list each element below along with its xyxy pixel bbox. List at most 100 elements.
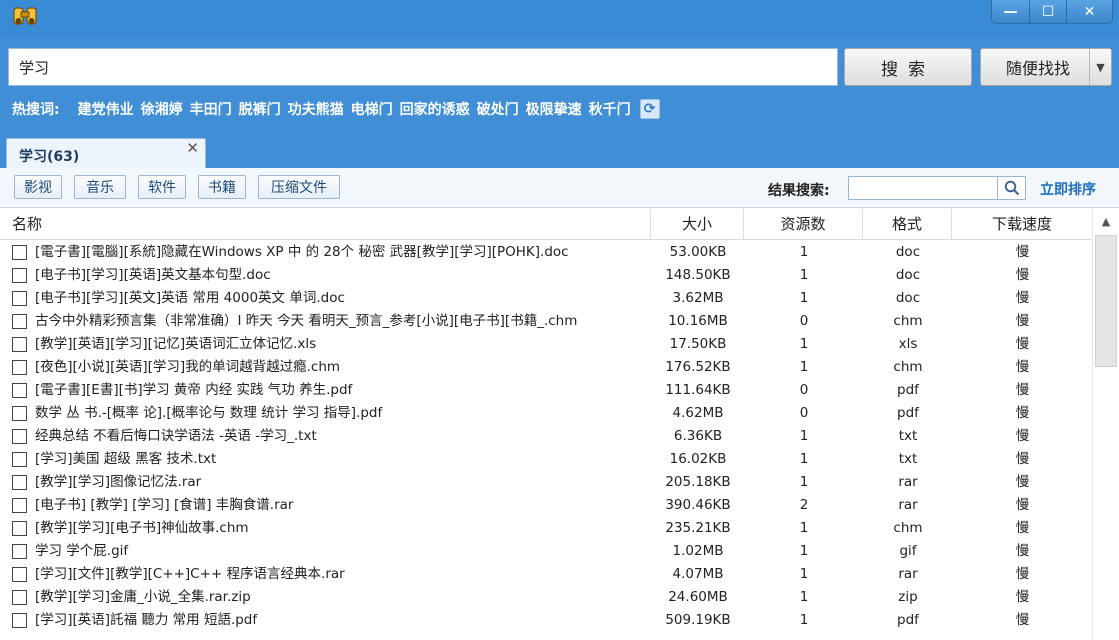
row-checkbox[interactable] xyxy=(12,360,27,375)
refresh-icon[interactable]: ⟳ xyxy=(639,99,660,119)
source-count: 1 xyxy=(799,474,809,490)
download-speed: 慢 xyxy=(1015,382,1030,398)
search-button[interactable]: 搜索 xyxy=(844,48,972,86)
source-count: 1 xyxy=(799,543,809,559)
file-size: 4.07MB xyxy=(672,566,724,582)
row-checkbox[interactable] xyxy=(12,268,27,283)
table-row[interactable]: [電子書][電腦][系統]隐藏在Windows XP 中 的 28个 秘密 武器… xyxy=(0,241,1092,264)
hot-word[interactable]: 电梯门 xyxy=(351,99,393,119)
filter-software-button[interactable]: 软件 xyxy=(138,175,186,199)
source-count: 1 xyxy=(799,566,809,582)
file-size: 176.52KB xyxy=(665,359,731,375)
random-search-label: 随便找找 xyxy=(1005,59,1070,78)
scroll-up-icon[interactable]: ▲ xyxy=(1093,209,1119,233)
table-row[interactable]: [電子書][E書][书]学习 黄帝 内经 实践 气功 养生.pdf 111.64K… xyxy=(0,379,1092,402)
row-checkbox[interactable] xyxy=(12,245,27,260)
hot-word[interactable]: 丰田门 xyxy=(190,99,232,119)
hot-word[interactable]: 建党伟业 xyxy=(78,99,134,119)
table-row[interactable]: [教学][英语][学习][记忆]英语词汇立体记忆.xls 17.50KB 1 xls 慢 xyxy=(0,333,1092,356)
chevron-down-icon[interactable]: ▼ xyxy=(1089,49,1111,85)
table-row[interactable]: 学习 学个屁.gif 1.02MB 1 gif 慢 xyxy=(0,540,1092,563)
name-cell: [电子书][学习][英文]英语 常用 4000英文 单词.doc xyxy=(12,287,650,310)
filter-books-button[interactable]: 书籍 xyxy=(198,175,246,199)
scroll-thumb[interactable] xyxy=(1095,235,1117,367)
result-search-input[interactable] xyxy=(848,176,998,200)
table-row[interactable]: [学习]美国 超级 黑客 技术.txt 16.02KB 1 txt 慢 xyxy=(0,448,1092,471)
table-row[interactable]: [学习][文件][教学][C++]C++ 程序语言经典本.rar 4.07MB 1 r… xyxy=(0,563,1092,586)
source-count: 1 xyxy=(799,451,809,467)
name-cell: [教学][学习][电子书]神仙故事.chm xyxy=(12,517,650,540)
download-speed: 慢 xyxy=(1015,405,1030,421)
search-input[interactable] xyxy=(8,48,838,86)
row-checkbox[interactable] xyxy=(12,383,27,398)
source-count: 1 xyxy=(799,290,809,306)
row-checkbox[interactable] xyxy=(12,337,27,352)
hot-word[interactable]: 脱裤门 xyxy=(239,99,281,119)
file-name: [夜色][小说][英语][学习]我的单词越背越过瘾.chm xyxy=(35,359,341,375)
file-name: [教学][英语][学习][记忆]英语词汇立体记忆.xls xyxy=(35,336,317,352)
filter-archives-button[interactable]: 压缩文件 xyxy=(258,175,340,199)
close-icon[interactable]: ✕ xyxy=(186,139,199,157)
filter-bar: 影视 音乐 软件 书籍 压缩文件 结果搜索: 立即排序 xyxy=(0,168,1119,208)
close-button[interactable]: ✕ xyxy=(1066,0,1112,23)
row-checkbox[interactable] xyxy=(12,521,27,536)
file-format: doc xyxy=(895,290,921,306)
table-row[interactable]: 数学 丛 书.-[概率 论].[概率论与 数理 统计 学习 指导].pdf 4.6… xyxy=(0,402,1092,425)
hot-word[interactable]: 徐湘婷 xyxy=(141,99,183,119)
minimize-button[interactable]: — xyxy=(992,0,1029,23)
table-row[interactable]: [电子书] [教学] [学习] [食谱] 丰胸食谱.rar 390.46KB 2 ra… xyxy=(0,494,1092,517)
file-format: txt xyxy=(898,451,918,467)
row-checkbox[interactable] xyxy=(12,406,27,421)
row-checkbox[interactable] xyxy=(12,590,27,605)
header-sources[interactable]: 资源数 xyxy=(744,209,863,240)
search-icon[interactable] xyxy=(998,176,1026,200)
hot-word[interactable]: 回家的诱惑 xyxy=(400,99,470,119)
download-speed: 慢 xyxy=(1015,428,1030,444)
title-bar: — ☐ ✕ xyxy=(0,0,1119,38)
filter-music-button[interactable]: 音乐 xyxy=(74,175,126,199)
row-checkbox[interactable] xyxy=(12,475,27,490)
filter-video-button[interactable]: 影视 xyxy=(14,175,62,199)
file-name: 经典总结 不看后悔口诀学语法 -英语 -学习_.txt xyxy=(35,428,317,444)
table-row[interactable]: [教学][学习]图像记忆法.rar 205.18KB 1 rar 慢 xyxy=(0,471,1092,494)
row-checkbox[interactable] xyxy=(12,544,27,559)
file-size: 390.46KB xyxy=(665,497,731,513)
header-name[interactable]: 名称 xyxy=(0,209,651,240)
table-row[interactable]: 经典总结 不看后悔口诀学语法 -英语 -学习_.txt 6.36KB 1 txt 慢 xyxy=(0,425,1092,448)
file-size: 148.50KB xyxy=(665,267,731,283)
row-checkbox[interactable] xyxy=(12,567,27,582)
row-checkbox[interactable] xyxy=(12,429,27,444)
name-cell: [学习]美国 超级 黑客 技术.txt xyxy=(12,448,650,471)
download-speed: 慢 xyxy=(1015,566,1030,582)
random-search-button[interactable]: 随便找找 ▼ xyxy=(980,48,1112,86)
file-size: 10.16MB xyxy=(668,313,728,329)
hot-word[interactable]: 功夫熊猫 xyxy=(288,99,344,119)
maximize-button[interactable]: ☐ xyxy=(1029,0,1066,23)
tab-results[interactable]: 学习(63) ✕ xyxy=(6,138,206,168)
file-format: pdf xyxy=(897,405,919,421)
row-checkbox[interactable] xyxy=(12,452,27,467)
vertical-scrollbar[interactable]: ▲ xyxy=(1092,209,1119,640)
table-row[interactable]: 古今中外精彩预言集（非常准确）I 昨天 今天 看明天_预言_参考[小说][电子书… xyxy=(0,310,1092,333)
file-name: [电子书] [教学] [学习] [食谱] 丰胸食谱.rar xyxy=(35,497,294,513)
table-row[interactable]: [学习][英语]託福 聽力 常用 短語.pdf 509.19KB 1 pdf 慢 xyxy=(0,609,1092,632)
header-size[interactable]: 大小 xyxy=(651,209,744,240)
download-speed: 慢 xyxy=(1015,612,1030,628)
table-row[interactable]: [夜色][小说][英语][学习]我的单词越背越过瘾.chm 176.52KB 1 ch… xyxy=(0,356,1092,379)
hot-word[interactable]: 破处门 xyxy=(477,99,519,119)
header-format[interactable]: 格式 xyxy=(863,209,952,240)
table-row[interactable]: [教学][学习]金庸_小说_全集.rar.zip 24.60MB 1 zip 慢 xyxy=(0,586,1092,609)
row-checkbox[interactable] xyxy=(12,314,27,329)
header-speed[interactable]: 下载速度 xyxy=(952,209,1092,240)
hot-word[interactable]: 极限挚速 xyxy=(526,99,582,119)
row-checkbox[interactable] xyxy=(12,291,27,306)
row-checkbox[interactable] xyxy=(12,498,27,513)
table-row[interactable]: [电子书][学习][英语]英文基本句型.doc 148.50KB 1 doc 慢 xyxy=(0,264,1092,287)
row-checkbox[interactable] xyxy=(12,613,27,628)
table-row[interactable]: [教学][学习][电子书]神仙故事.chm 235.21KB 1 chm 慢 xyxy=(0,517,1092,540)
sort-now-link[interactable]: 立即排序 xyxy=(1040,179,1096,199)
table-row[interactable]: [电子书][学习][英文]英语 常用 4000英文 单词.doc 3.62MB 1 d… xyxy=(0,287,1092,310)
source-count: 1 xyxy=(799,428,809,444)
hot-word[interactable]: 秋千门 xyxy=(589,99,631,119)
file-name: [学习][英语]託福 聽力 常用 短語.pdf xyxy=(35,612,258,628)
